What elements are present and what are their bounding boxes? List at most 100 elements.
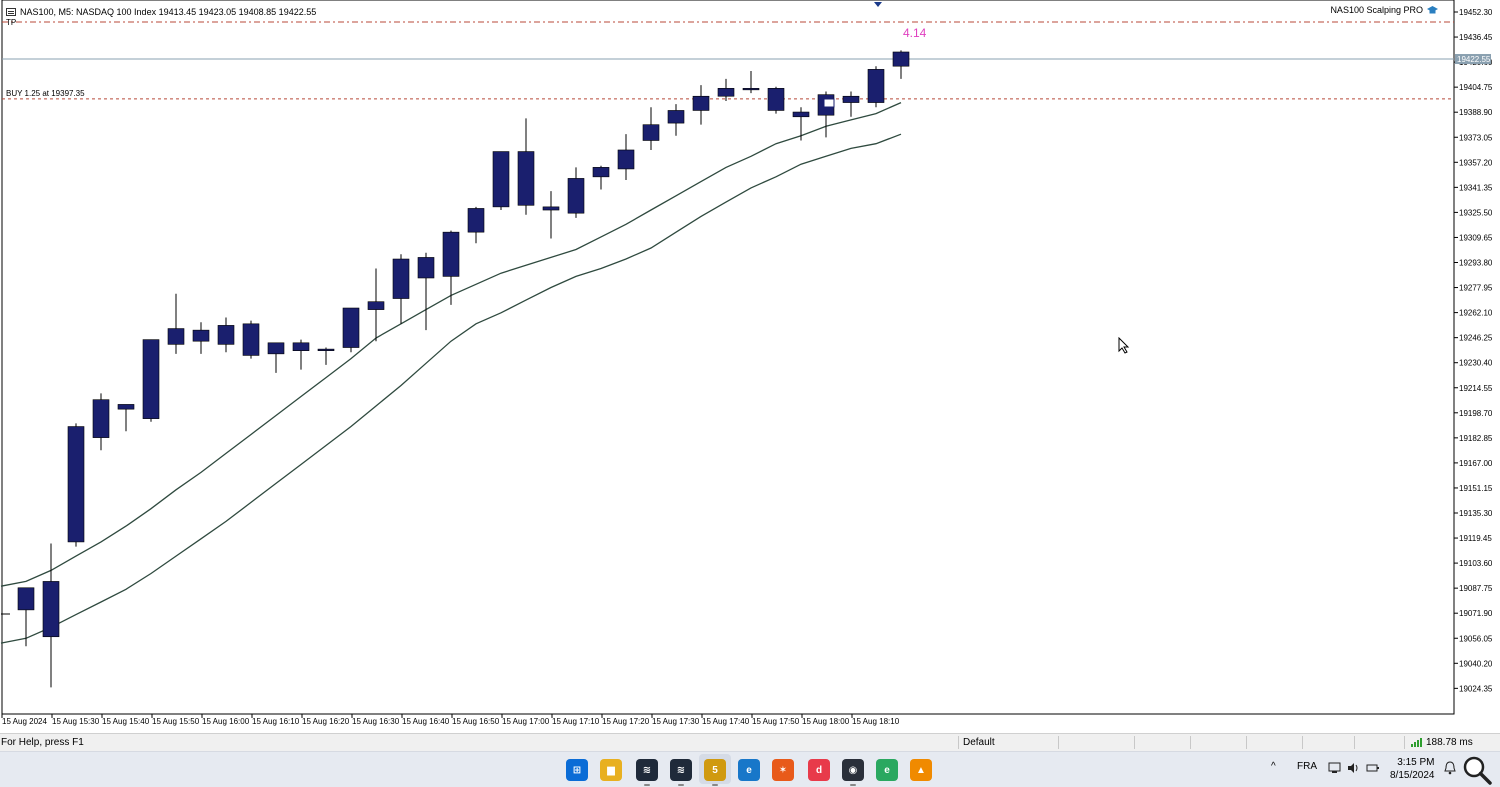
- buy-order-label[interactable]: BUY 1.25 at 19397.35: [6, 89, 85, 98]
- metatrader-icon-1[interactable]: ≋: [636, 759, 658, 781]
- time-axis-label: 15 Aug 18:00: [802, 717, 850, 726]
- price-axis-label: 19373.05: [1459, 133, 1493, 142]
- metatrader-icon-2[interactable]: ≋: [670, 759, 692, 781]
- vlc-icon[interactable]: ▲: [910, 759, 932, 781]
- time-axis-label: 15 Aug 15:50: [152, 717, 200, 726]
- candle-body: [842, 95, 860, 103]
- current-price-label: 19422.55: [1457, 55, 1491, 64]
- time-axis-label: 15 Aug 16:30: [352, 717, 400, 726]
- time-axis-label: 15 Aug 18:10: [852, 717, 900, 726]
- file-explorer-icon[interactable]: ▆: [600, 759, 622, 781]
- mouse-cursor-icon: [1118, 337, 1130, 354]
- price-axis-label: 19040.20: [1459, 659, 1493, 668]
- signal-bars-icon: [1411, 738, 1422, 747]
- price-axis-label: 19198.70: [1459, 409, 1493, 418]
- price-axis-label: 19024.35: [1459, 684, 1493, 693]
- network-icon[interactable]: [1328, 762, 1341, 774]
- volume-icon[interactable]: [1347, 762, 1360, 774]
- app-red-icon[interactable]: d: [808, 759, 830, 781]
- clock[interactable]: 3:15 PM 8/15/2024: [1390, 756, 1435, 782]
- chart-header: NAS100, M5: NASDAQ 100 Index 19413.45 19…: [6, 5, 316, 19]
- candle-body: [667, 110, 685, 124]
- expert-advisor-label: NAS100 Scalping PRO: [1330, 5, 1438, 15]
- symbol-info: NAS100, M5: NASDAQ 100 Index 19413.45 19…: [20, 7, 317, 17]
- price-chart[interactable]: 19452.3019436.4519420.6019404.7519388.90…: [0, 0, 1500, 733]
- candle-body: [442, 231, 460, 277]
- candle-body: [517, 151, 535, 206]
- start-button[interactable]: ⊞: [566, 759, 588, 781]
- app-dark-icon[interactable]: ◉: [842, 759, 864, 781]
- candle-body: [642, 124, 660, 141]
- notification-bell-icon[interactable]: [1444, 761, 1456, 775]
- candle-body: [142, 339, 160, 419]
- candle-body: [892, 51, 910, 67]
- candle-body: [292, 342, 310, 351]
- price-axis-label: 19246.25: [1459, 334, 1493, 343]
- metatrader5-icon[interactable]: 5: [704, 759, 726, 781]
- graduation-cap-icon: [1427, 5, 1438, 13]
- price-axis-label: 19357.20: [1459, 158, 1493, 167]
- help-text: For Help, press F1: [1, 737, 84, 748]
- candle-body: [767, 88, 785, 111]
- time-axis-label: 15 Aug 15:30: [52, 717, 100, 726]
- price-axis-label: 19404.75: [1459, 83, 1493, 92]
- time-axis-label: 15 Aug 16:50: [452, 717, 500, 726]
- price-axis-label: 19214.55: [1459, 384, 1493, 393]
- candle-body: [42, 581, 60, 638]
- price-axis-label: 19151.15: [1459, 484, 1493, 493]
- time-axis-label: 15 Aug 17:00: [502, 717, 550, 726]
- tray-overflow-icon[interactable]: ^: [1271, 761, 1276, 772]
- connection-status[interactable]: 188.78 ms: [1411, 737, 1473, 748]
- time-axis-label: 15 Aug 15:40: [102, 717, 150, 726]
- taskbar: ⊞ ▆ ≋ ≋ 5 e ✶ d ◉ e ▲ ^ FRA 3:15 PM 8/15/2024: [0, 751, 1500, 787]
- price-axis-label: 19167.00: [1459, 459, 1493, 468]
- candle-body: [17, 587, 35, 611]
- edge-icon[interactable]: e: [738, 759, 760, 781]
- price-axis-label: 19293.80: [1459, 259, 1493, 268]
- candle-body: [692, 95, 710, 111]
- app-orange-icon[interactable]: ✶: [772, 759, 794, 781]
- candle-body: [417, 257, 435, 279]
- candle-body: [742, 88, 760, 91]
- price-axis-label: 19135.30: [1459, 509, 1493, 518]
- battery-icon[interactable]: [1366, 762, 1380, 774]
- profile-name[interactable]: Default: [963, 737, 995, 748]
- candle-body: [217, 325, 235, 345]
- price-axis-label: 19071.90: [1459, 609, 1493, 618]
- price-axis-label: 19230.40: [1459, 359, 1493, 368]
- plot-frame: [1, 0, 1455, 715]
- candle-body: [92, 399, 110, 438]
- candle-body: [67, 426, 85, 543]
- edge-dev-icon[interactable]: e: [876, 759, 898, 781]
- price-axis-label: 19341.35: [1459, 183, 1493, 192]
- profit-label: 4.14: [903, 26, 927, 40]
- trade-arrow-icon: [823, 98, 835, 108]
- candle-body: [542, 206, 560, 211]
- candle-body: [492, 151, 510, 208]
- status-bar: For Help, press F1 Default 188.78 ms: [0, 733, 1500, 751]
- language-indicator[interactable]: FRA: [1297, 761, 1317, 772]
- price-axis-label: 19262.10: [1459, 309, 1493, 318]
- candle-body: [467, 208, 485, 233]
- candle-body: [617, 149, 635, 170]
- chart-window[interactable]: 19452.3019436.4519420.6019404.7519388.90…: [0, 0, 1500, 733]
- ping-value: 188.78 ms: [1426, 737, 1473, 748]
- candle-body: [167, 328, 185, 345]
- magnifier-icon[interactable]: [1461, 754, 1493, 786]
- price-axis-label: 19388.90: [1459, 108, 1493, 117]
- candle-body: [267, 342, 285, 355]
- candle-body: [567, 178, 585, 214]
- time-axis-label: 15 Aug 17:10: [552, 717, 600, 726]
- time-axis-label: 15 Aug 17:40: [702, 717, 750, 726]
- candle-body: [867, 69, 885, 103]
- clock-time: 3:15 PM: [1397, 757, 1435, 768]
- chart-menu-icon[interactable]: [6, 8, 16, 16]
- ea-name: NAS100 Scalping PRO: [1330, 5, 1423, 15]
- price-axis-label: 19309.65: [1459, 233, 1493, 242]
- candle-body: [367, 301, 385, 310]
- candle-body: [717, 88, 735, 97]
- tp-label: TP: [6, 18, 17, 27]
- price-axis-label: 19087.75: [1459, 584, 1493, 593]
- price-axis-label: 19277.95: [1459, 284, 1493, 293]
- time-axis-label: 15 Aug 16:10: [252, 717, 300, 726]
